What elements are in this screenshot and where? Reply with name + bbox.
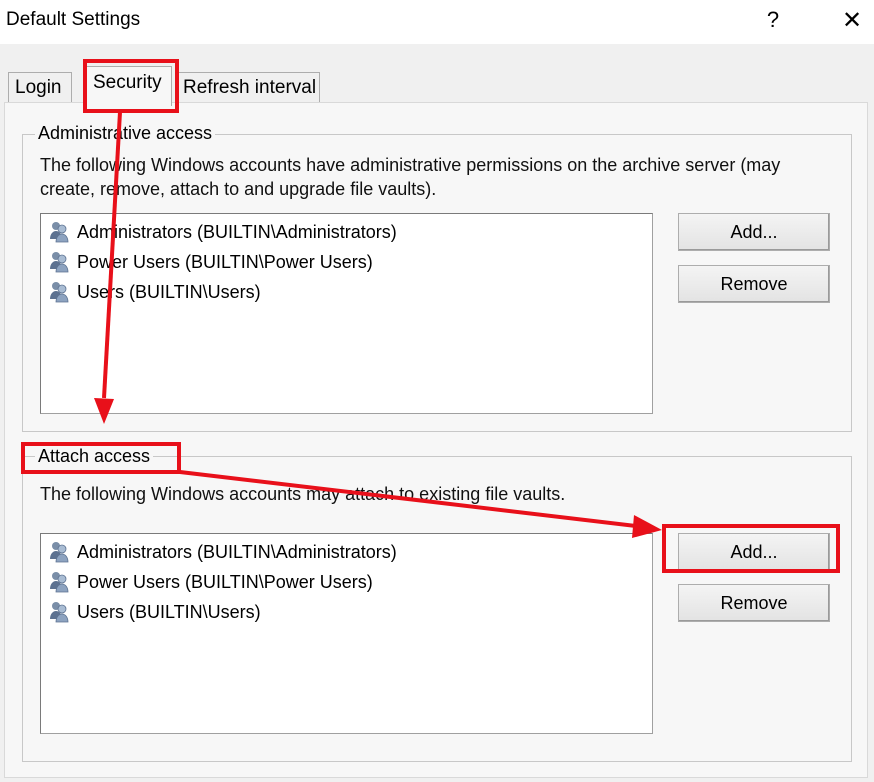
account-label: Administrators (BUILTIN\Administrators)	[77, 221, 397, 242]
users-icon	[50, 542, 69, 563]
tab-refresh-interval[interactable]: Refresh interval	[176, 72, 320, 102]
security-tab-highlight	[83, 59, 179, 113]
list-item[interactable]: Users (BUILTIN\Users)	[47, 278, 261, 306]
list-item[interactable]: Users (BUILTIN\Users)	[47, 598, 261, 626]
add-button-highlight	[662, 524, 840, 573]
window-title: Default Settings	[6, 9, 141, 30]
attach-access-highlight	[21, 442, 181, 474]
account-label: Administrators (BUILTIN\Administrators)	[77, 541, 397, 562]
title-bar: Default Settings ? ✕	[0, 0, 874, 44]
account-label: Power Users (BUILTIN\Power Users)	[77, 571, 373, 592]
administrative-accounts-list[interactable]: Administrators (BUILTIN\Administrators) …	[40, 213, 653, 414]
users-icon	[50, 282, 69, 303]
list-item[interactable]: Power Users (BUILTIN\Power Users)	[47, 568, 373, 596]
account-label: Users (BUILTIN\Users)	[77, 601, 261, 622]
help-button[interactable]: ?	[760, 6, 786, 34]
account-label: Users (BUILTIN\Users)	[77, 281, 261, 302]
add-admin-button[interactable]: Add...	[678, 213, 830, 251]
attach-accounts-list[interactable]: Administrators (BUILTIN\Administrators) …	[40, 533, 653, 734]
users-icon	[50, 252, 69, 273]
close-button[interactable]: ✕	[836, 6, 868, 36]
list-item[interactable]: Power Users (BUILTIN\Power Users)	[47, 248, 373, 276]
users-icon	[50, 602, 69, 623]
tab-login[interactable]: Login	[8, 72, 72, 102]
list-item[interactable]: Administrators (BUILTIN\Administrators)	[47, 538, 397, 566]
remove-attach-button[interactable]: Remove	[678, 584, 830, 622]
administrative-access-description: The following Windows accounts have admi…	[40, 155, 781, 199]
list-item[interactable]: Administrators (BUILTIN\Administrators)	[47, 218, 397, 246]
account-label: Power Users (BUILTIN\Power Users)	[77, 251, 373, 272]
attach-access-description: The following Windows accounts may attac…	[40, 484, 566, 504]
remove-admin-button[interactable]: Remove	[678, 265, 830, 303]
users-icon	[50, 222, 69, 243]
administrative-access-legend: Administrative access	[35, 123, 216, 144]
users-icon	[50, 572, 69, 593]
